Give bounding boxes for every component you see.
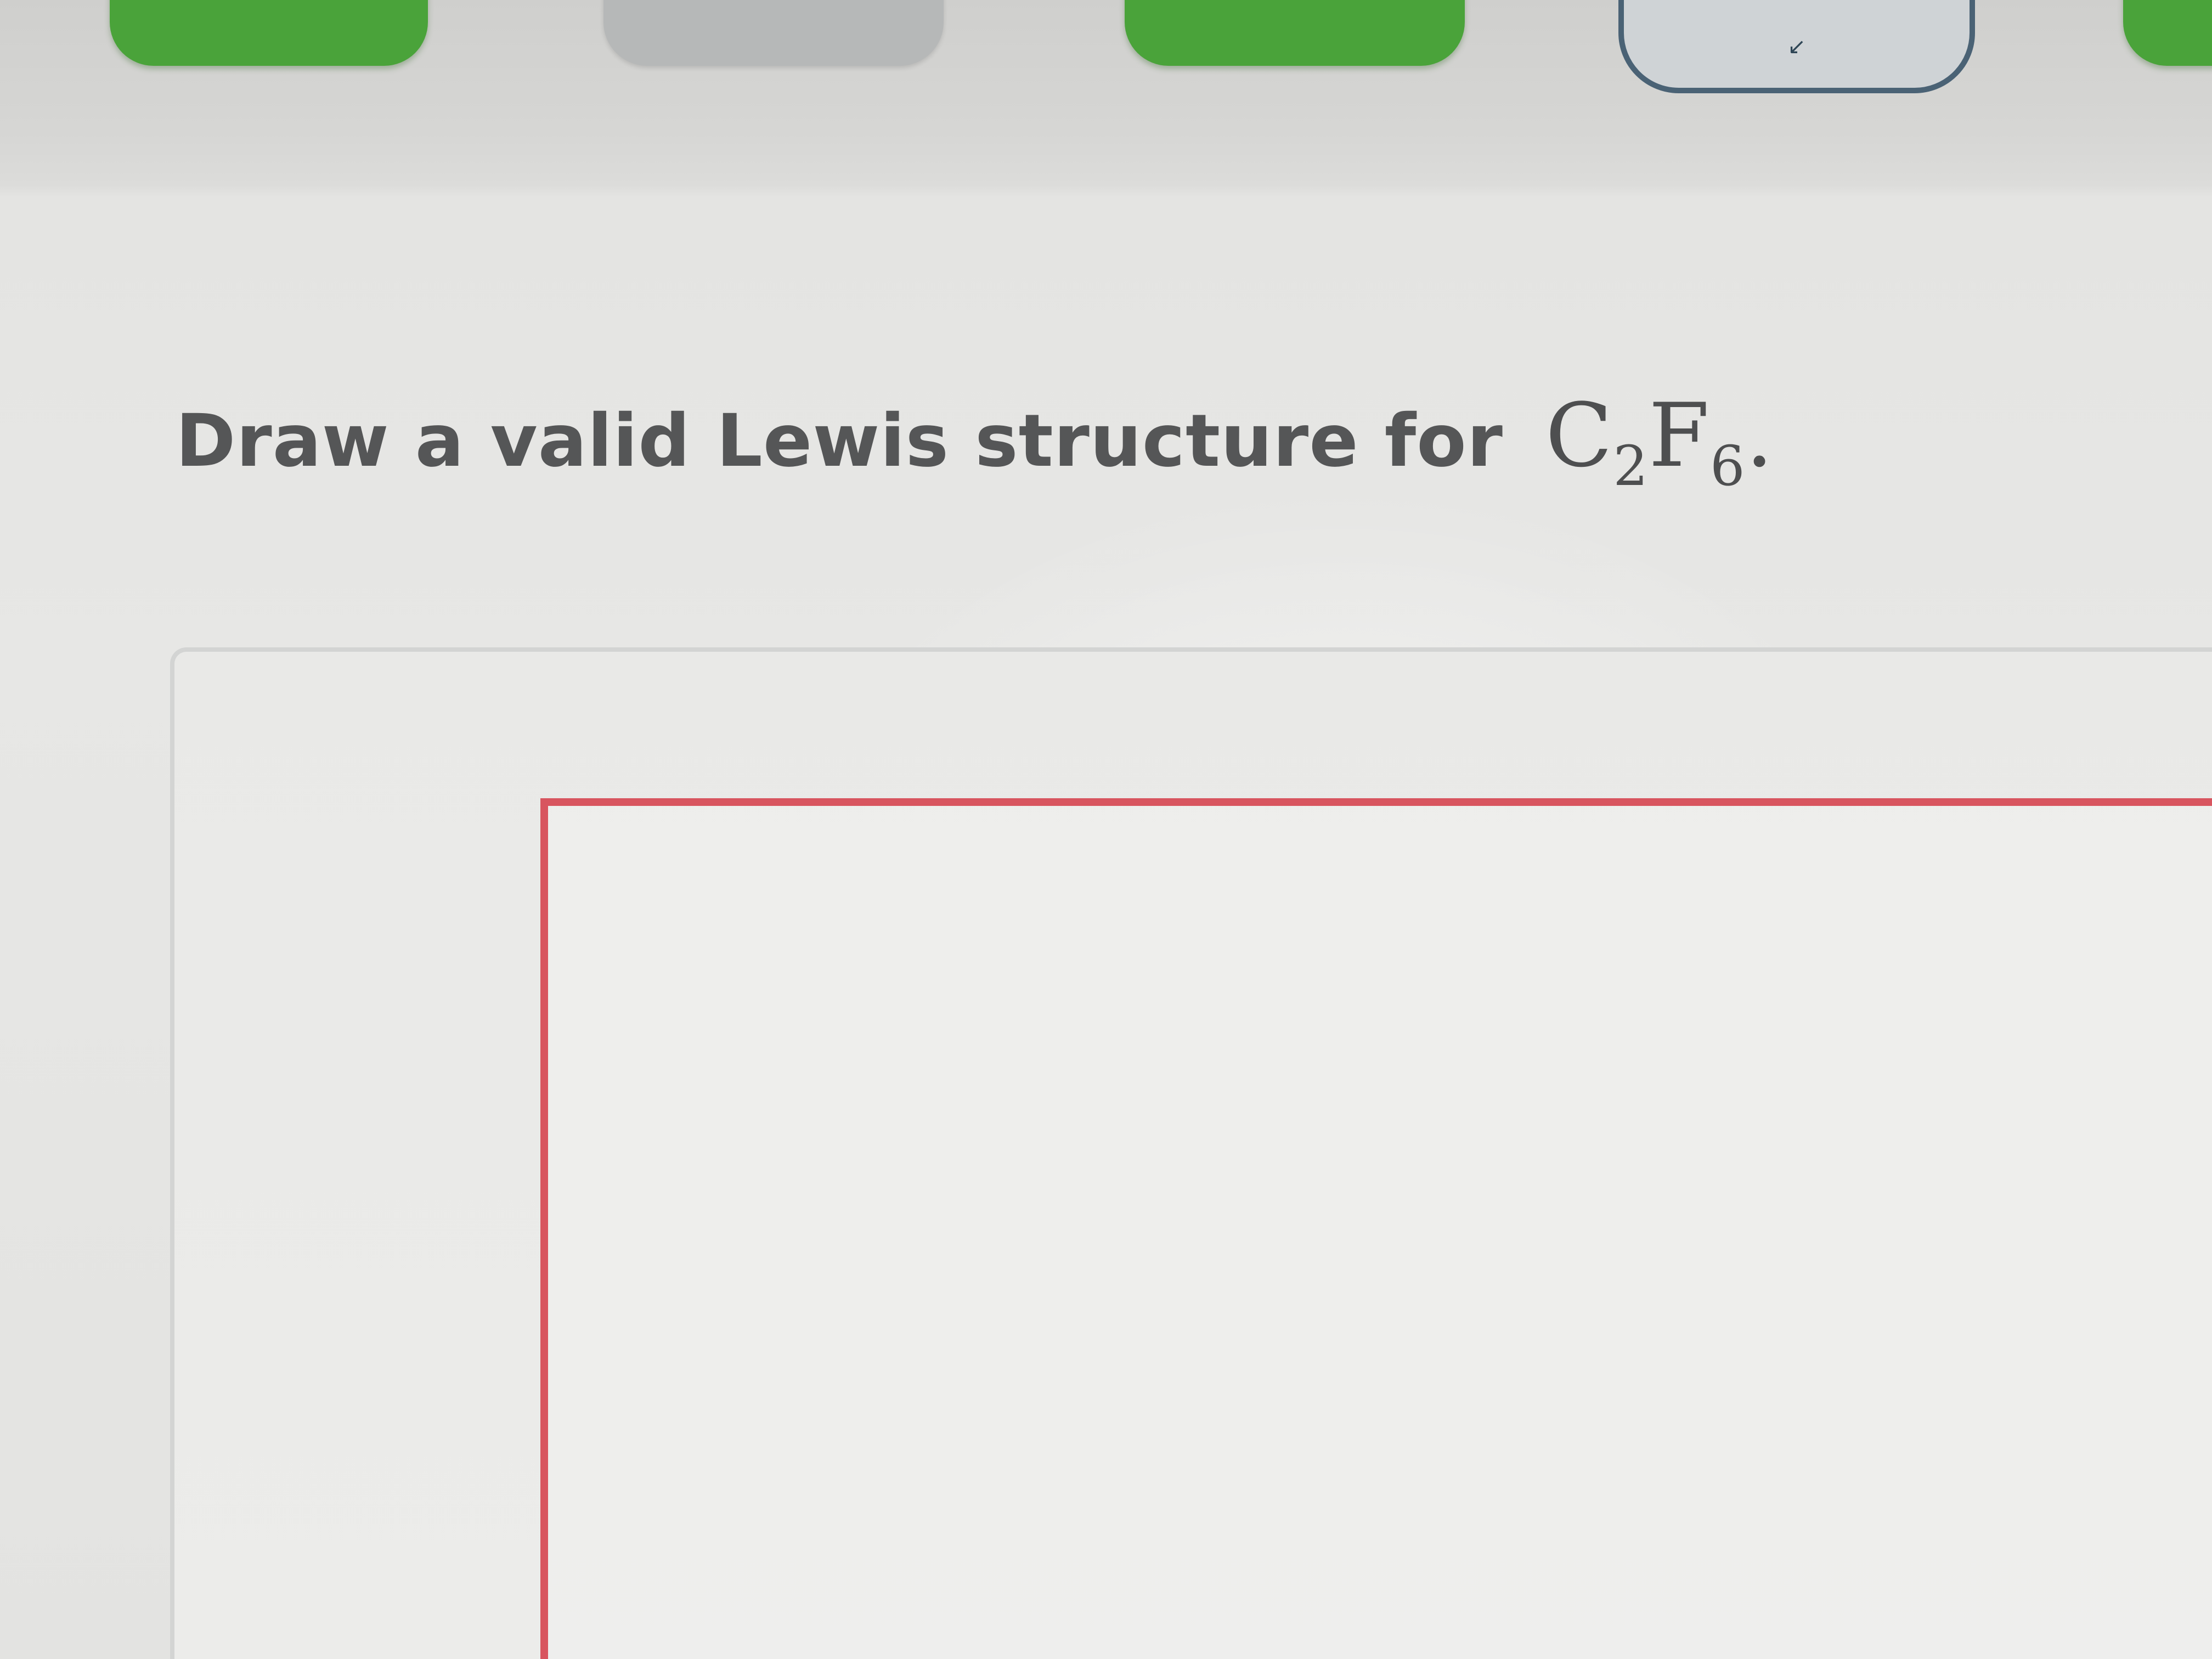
tool-button-5[interactable] — [2123, 0, 2212, 66]
formula-element-carbon: C — [1545, 384, 1613, 487]
question-text: Draw a valid Lewis structure for — [176, 399, 1503, 483]
lewis-structure-drawing-canvas[interactable] — [540, 798, 2212, 1659]
toolbar: ↙ — [0, 0, 2212, 187]
screen: ↙ Draw a valid Lewis structure for C2F6. — [0, 0, 2212, 1659]
tool-button-3[interactable] — [1125, 0, 1465, 66]
chemical-formula: C2F6. — [1545, 384, 1774, 494]
tool-button-4[interactable]: ↙ — [1618, 0, 1975, 93]
formula-subscript-carbon: 2 — [1613, 434, 1649, 498]
formula-element-fluorine: F — [1648, 384, 1710, 487]
question-prompt: Draw a valid Lewis structure for C2F6. — [176, 384, 1774, 494]
tool-button-1[interactable] — [110, 0, 428, 66]
tool-button-2[interactable] — [603, 0, 944, 66]
formula-period: . — [1745, 384, 1774, 487]
arrow-icon: ↙ — [1787, 34, 1806, 59]
formula-subscript-fluorine: 6 — [1709, 434, 1746, 498]
